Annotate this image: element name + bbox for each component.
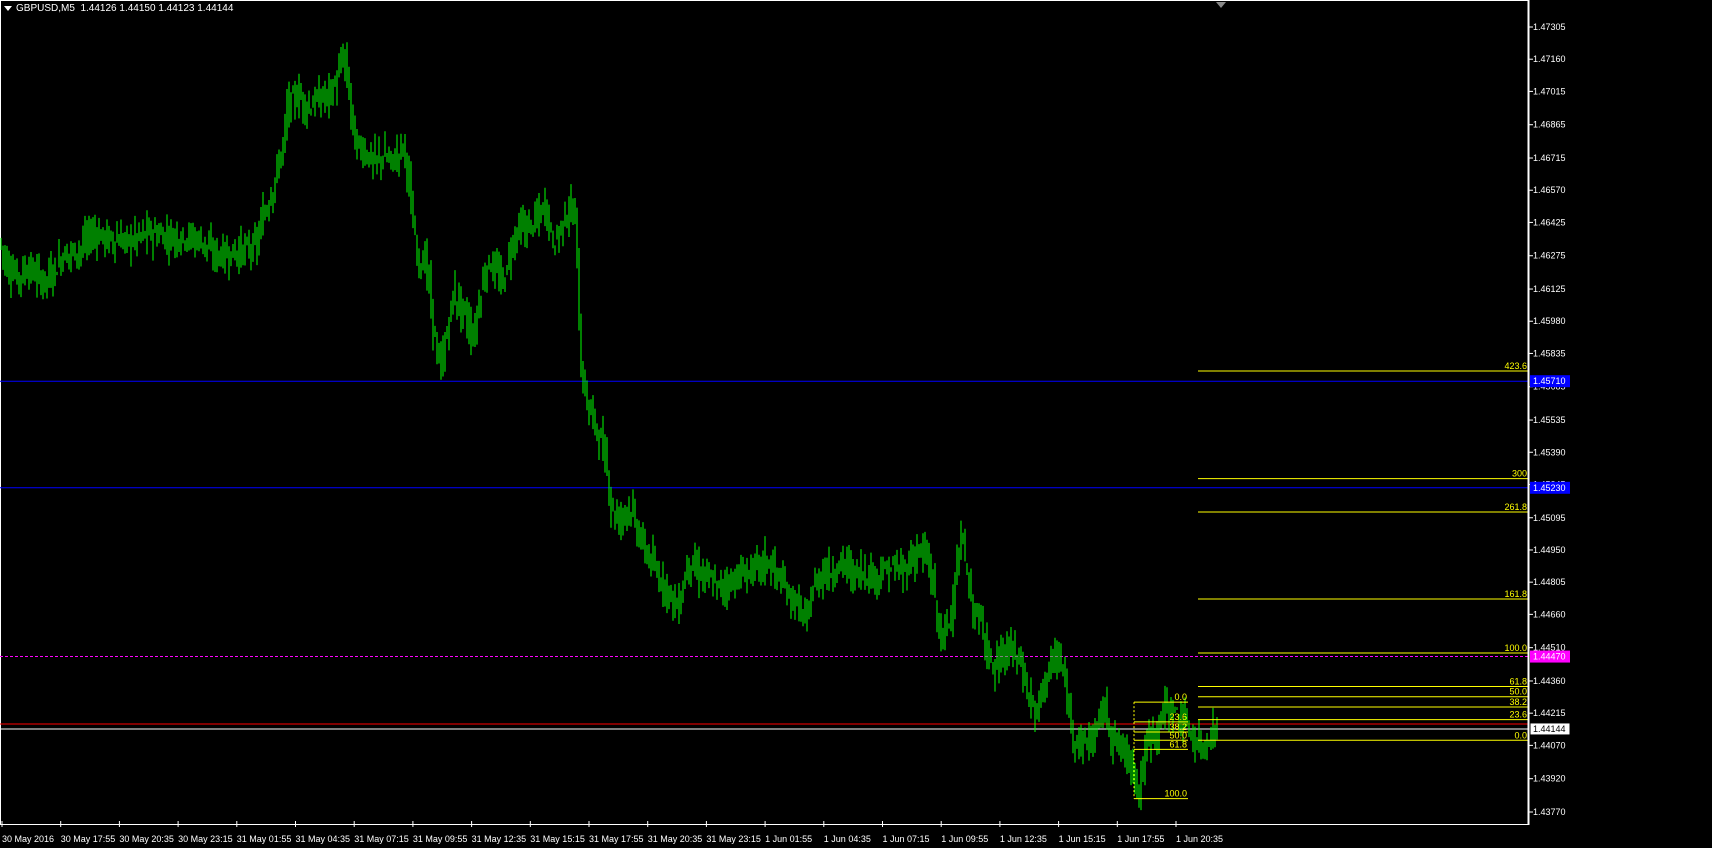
price-tick-label: 1.44660 (1533, 609, 1566, 619)
time-tick-label: 1 Jun 20:35 (1176, 834, 1223, 844)
price-tick-label: 1.47015 (1533, 86, 1566, 96)
time-tick-label: 31 May 12:35 (472, 834, 527, 844)
time-tick-label: 1 Jun 15:15 (1059, 834, 1106, 844)
price-tick-label: 1.44360 (1533, 676, 1566, 686)
time-tick-label: 30 May 20:35 (119, 834, 174, 844)
time-tick-label: 31 May 01:55 (237, 834, 292, 844)
price-tick-label: 1.44805 (1533, 577, 1566, 587)
fib-small-level-label: 100.0 (1164, 789, 1187, 799)
fib-large-level-label: 300 (1512, 469, 1527, 479)
time-tick-label: 1 Jun 04:35 (824, 834, 871, 844)
time-tick-label: 30 May 17:55 (61, 834, 116, 844)
price-label-text: 1.44144 (1533, 724, 1566, 734)
price-tick-label: 1.45835 (1533, 348, 1566, 358)
price-tick-label: 1.46715 (1533, 153, 1566, 163)
price-tick-label: 1.45980 (1533, 316, 1566, 326)
fib-large-level-label: 423.6 (1504, 361, 1527, 371)
price-tick-label: 1.44070 (1533, 740, 1566, 750)
price-tick-label: 1.46275 (1533, 251, 1566, 261)
price-tick-label: 1.47160 (1533, 54, 1566, 64)
fib-large-level-label: 23.6 (1509, 710, 1527, 720)
fib-small-level-label: 0.0 (1174, 692, 1187, 702)
price-tick-label: 1.44215 (1533, 708, 1566, 718)
time-tick-label: 30 May 2016 (2, 834, 54, 844)
fib-large-level-label: 261.8 (1504, 502, 1527, 512)
price-label-text: 1.44470 (1533, 652, 1566, 662)
plot-frame (0, 0, 1530, 825)
time-tick-label: 31 May 15:15 (530, 834, 585, 844)
price-tick-label: 1.43770 (1533, 807, 1566, 817)
price-label-text: 1.45230 (1533, 483, 1566, 493)
fib-small-level-label: 23.6 (1169, 712, 1187, 722)
price-tick-label: 1.46865 (1533, 120, 1566, 130)
price-tick-label: 1.43920 (1533, 774, 1566, 784)
time-tick-label: 1 Jun 01:55 (765, 834, 812, 844)
time-tick-label: 1 Jun 09:55 (941, 834, 988, 844)
time-tick-label: 31 May 09:55 (413, 834, 468, 844)
price-tick-label: 1.45095 (1533, 513, 1566, 523)
time-tick-label: 31 May 07:15 (354, 834, 409, 844)
price-label-text: 1.45710 (1533, 376, 1566, 386)
price-chart[interactable]: 423.6300261.8161.8100.061.850.038.223.60… (0, 0, 1712, 848)
fib-large-level-label: 38.2 (1509, 697, 1527, 707)
time-tick-label: 31 May 20:35 (648, 834, 703, 844)
price-tick-label: 1.44950 (1533, 545, 1566, 555)
price-tick-label: 1.47305 (1533, 22, 1566, 32)
time-tick-label: 30 May 23:15 (178, 834, 233, 844)
time-tick-label: 1 Jun 12:35 (1000, 834, 1047, 844)
time-tick-label: 31 May 17:55 (589, 834, 644, 844)
fib-large-level-label: 100.0 (1504, 643, 1527, 653)
time-tick-label: 31 May 23:15 (706, 834, 761, 844)
fib-large-level-label: 0.0 (1514, 730, 1527, 740)
time-tick-label: 31 May 04:35 (296, 834, 351, 844)
fib-small-level-label: 61.8 (1169, 739, 1187, 749)
price-tick-label: 1.46425 (1533, 217, 1566, 227)
fib-large-level-label: 50.0 (1509, 687, 1527, 697)
fib-large-level-label: 161.8 (1504, 589, 1527, 599)
price-tick-label: 1.46570 (1533, 185, 1566, 195)
fib-large-level-label: 61.8 (1509, 677, 1527, 687)
price-tick-label: 1.45535 (1533, 415, 1566, 425)
price-tick-label: 1.45390 (1533, 447, 1566, 457)
price-tick-label: 1.46125 (1533, 284, 1566, 294)
time-tick-label: 1 Jun 07:15 (883, 834, 930, 844)
time-tick-label: 1 Jun 17:55 (1117, 834, 1164, 844)
shift-marker-icon[interactable] (1216, 2, 1226, 8)
